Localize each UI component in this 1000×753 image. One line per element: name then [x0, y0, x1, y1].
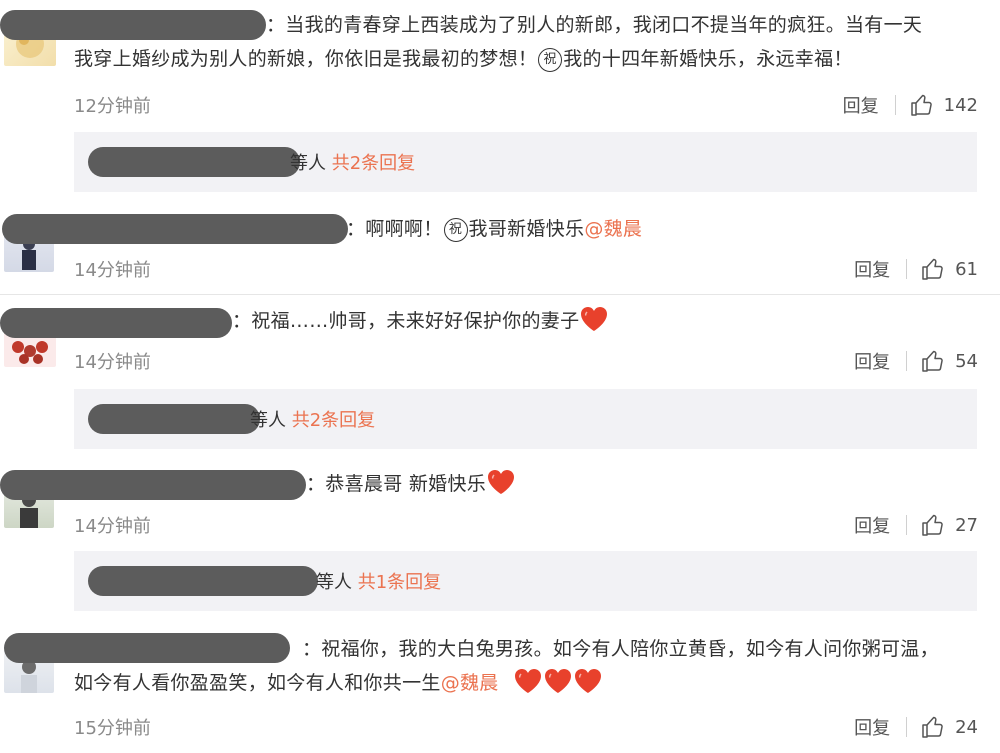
- comment-5: ：祝福你，我的大白兔男孩。如今有人陪你立黄昏，如今有人问你粥可温， 如今有人看你…: [0, 625, 1000, 753]
- heart-icon: [486, 468, 516, 496]
- comment-text-line: 我穿上婚纱成为别人的新娘，你依旧是我最初的梦想！: [74, 48, 538, 70]
- comment-text-line: ：啊啊啊！: [346, 218, 443, 240]
- heart-icon: [513, 667, 543, 695]
- like-count: 61: [955, 258, 978, 280]
- thumbs-up-icon[interactable]: [921, 257, 945, 281]
- comment-time: 15分钟前: [74, 718, 151, 739]
- comment-text-line: 我哥新婚快乐: [468, 218, 585, 240]
- comment-text: ：啊啊啊！祝我哥新婚快乐@魏晨: [74, 212, 980, 246]
- heart-icon: [579, 305, 609, 333]
- reply-suffix: 等人: [250, 410, 286, 431]
- heart-icon: [543, 667, 573, 695]
- comment-text-line: 如今有人看你盈盈笑，如今有人和你共一生: [74, 672, 441, 694]
- thumbs-up-icon[interactable]: [921, 715, 945, 739]
- like-count: 24: [955, 716, 978, 738]
- comment-text-line: ：恭喜晨哥 新婚快乐: [306, 473, 487, 495]
- reply-button[interactable]: 回复: [854, 348, 890, 374]
- action-divider: [906, 259, 908, 279]
- action-divider: [906, 515, 908, 535]
- comment-time: 14分钟前: [74, 352, 151, 373]
- comment-time: 12分钟前: [74, 96, 151, 117]
- comment-actions: 回复 24: [854, 714, 978, 740]
- action-divider: [906, 717, 908, 737]
- comment-time: 14分钟前: [74, 260, 151, 281]
- comment-actions: 回复 27: [854, 512, 978, 538]
- like-count: 27: [955, 514, 978, 536]
- action-divider: [906, 351, 908, 371]
- comment-actions: 回复 54: [854, 348, 978, 374]
- thumbs-up-icon[interactable]: [921, 513, 945, 537]
- reply-suffix: 等人: [316, 572, 352, 593]
- action-divider: [894, 95, 896, 115]
- redacted-replier: [88, 566, 318, 596]
- comment-3: ：祝福……帅哥，未来好好保护你的妻子 14分钟前 回复 54 等人 共2条回复: [0, 295, 1000, 460]
- reply-count-link[interactable]: 共2条回复: [292, 410, 375, 431]
- comment-time: 14分钟前: [74, 516, 151, 537]
- thumbs-up-icon[interactable]: [921, 349, 945, 373]
- comment-4: ：恭喜晨哥 新婚快乐 14分钟前 回复 27 等人 共1条回复: [0, 460, 1000, 625]
- comment-2: ：啊啊啊！祝我哥新婚快乐@魏晨 14分钟前 回复 61: [0, 200, 1000, 295]
- reply-button[interactable]: 回复: [843, 92, 879, 118]
- reply-button[interactable]: 回复: [854, 714, 890, 740]
- reply-count-link[interactable]: 共1条回复: [358, 572, 441, 593]
- mention-link[interactable]: @魏晨: [584, 218, 642, 240]
- reply-count-link[interactable]: 共2条回复: [332, 153, 415, 174]
- reply-preview[interactable]: 等人 共2条回复: [74, 132, 977, 192]
- heart-icon: [573, 667, 603, 695]
- reply-button[interactable]: 回复: [854, 256, 890, 282]
- comment-actions: 回复 61: [854, 256, 978, 282]
- reply-preview[interactable]: 等人 共2条回复: [74, 389, 977, 449]
- redacted-replier: [88, 404, 260, 434]
- reply-button[interactable]: 回复: [854, 512, 890, 538]
- reply-preview-text: 等人 共2条回复: [290, 149, 415, 175]
- comment-text-line: ：祝福你，我的大白兔男孩。如今有人陪你立黄昏，如今有人问你粥可温，: [302, 638, 939, 660]
- comment-text: ：祝福……帅哥，未来好好保护你的妻子: [74, 304, 980, 338]
- zhu-circle-icon: 祝: [443, 218, 468, 242]
- zhu-circle-icon: 祝: [538, 48, 563, 72]
- reply-suffix: 等人: [290, 153, 326, 174]
- comment-text: ：祝福你，我的大白兔男孩。如今有人陪你立黄昏，如今有人问你粥可温， 如今有人看你…: [74, 632, 980, 700]
- comment-text: ：恭喜晨哥 新婚快乐: [74, 467, 980, 501]
- comment-actions: 回复 142: [843, 92, 978, 118]
- comment-text-line: ：当我的青春穿上西装成为了别人的新郎，我闭口不提当年的疯狂。当有一天: [266, 14, 923, 36]
- comment-text-line: 我的十四年新婚快乐，永远幸福！: [563, 48, 853, 70]
- redacted-replier: [88, 147, 300, 177]
- like-count: 142: [943, 94, 978, 116]
- reply-preview[interactable]: 等人 共1条回复: [74, 551, 977, 611]
- comment-1: ：当我的青春穿上西装成为了别人的新郎，我闭口不提当年的疯狂。当有一天 我穿上婚纱…: [0, 0, 1000, 200]
- reply-preview-text: 等人 共2条回复: [250, 406, 375, 432]
- like-count: 54: [955, 350, 978, 372]
- mention-link[interactable]: @魏晨: [441, 672, 499, 694]
- comment-text: ：当我的青春穿上西装成为了别人的新郎，我闭口不提当年的疯狂。当有一天 我穿上婚纱…: [74, 8, 980, 76]
- comment-text-line: ：祝福……帅哥，未来好好保护你的妻子: [232, 310, 580, 332]
- reply-preview-text: 等人 共1条回复: [316, 568, 441, 594]
- thumbs-up-icon[interactable]: [910, 93, 934, 117]
